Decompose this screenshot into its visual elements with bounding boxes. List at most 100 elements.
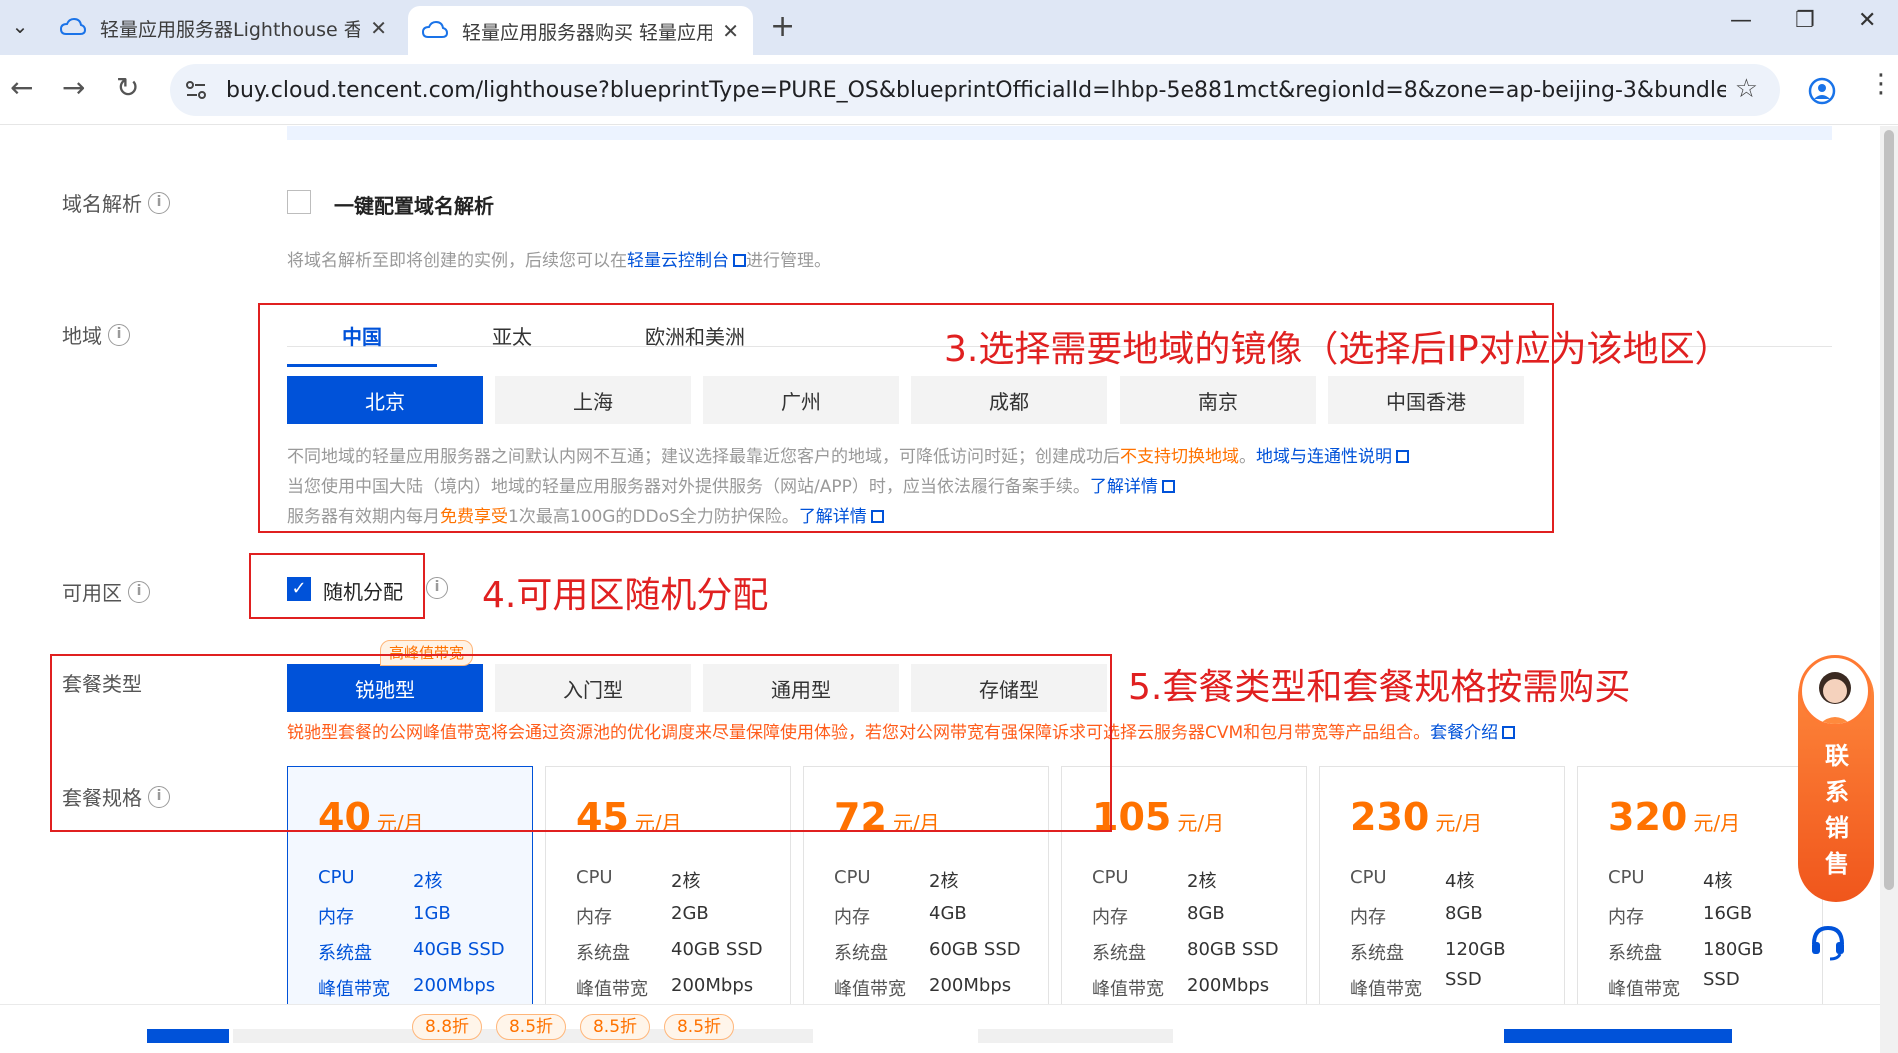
- tab-title: 轻量应用服务器购买 轻量应用服: [462, 21, 713, 44]
- reload-icon[interactable]: ↻: [116, 71, 139, 104]
- plan-spec-value-cpu: 4核: [1703, 871, 1733, 892]
- plan-spec-label-bw: 峰值带宽: [1092, 979, 1164, 1000]
- profile-avatar-icon[interactable]: [1808, 77, 1836, 105]
- external-link-icon: [733, 254, 746, 267]
- external-link-icon: [1502, 726, 1516, 739]
- domain-resolution-checkbox-label[interactable]: 一键配置域名解析: [334, 190, 494, 219]
- plan-price: 320 元/月: [1608, 795, 1740, 839]
- domain-resolution-checkbox[interactable]: [287, 190, 311, 214]
- annotation-step5: 5.套餐类型和套餐规格按需购买: [1128, 667, 1631, 708]
- plan-spec-label-disk: 系统盘: [318, 943, 372, 964]
- plan-spec-value-bw: 200Mbps: [1187, 975, 1270, 996]
- close-window-icon[interactable]: ✕: [1858, 8, 1876, 33]
- purchase-page: 域名解析 i 一键配置域名解析 将域名解析至即将创建的实例，后续您可以在轻量云控制…: [0, 126, 1880, 1053]
- tab-close-icon[interactable]: ✕: [722, 19, 739, 43]
- plan-spec-label-bw: 峰值带宽: [318, 979, 390, 1000]
- plan-spec-value-cpu: 4核: [1445, 871, 1475, 892]
- plan-spec-label-mem: 内存: [1092, 907, 1128, 928]
- plan-spec-value-mem: 16GB: [1703, 903, 1753, 924]
- info-icon[interactable]: i: [148, 191, 170, 214]
- plan-spec-label-mem: 内存: [576, 907, 612, 928]
- label-text: 域名解析: [62, 192, 142, 216]
- annotation-box-zone: [249, 553, 425, 619]
- discount-badge: 8.8折: [412, 1014, 482, 1040]
- forward-arrow-icon[interactable]: →: [62, 71, 85, 104]
- plan-spec-value-disk: 120GB: [1445, 939, 1506, 960]
- plan-spec-label-bw: 峰值带宽: [576, 979, 648, 1000]
- plan-spec-label-cpu: CPU: [1608, 867, 1645, 888]
- zone-label: 可用区 i: [62, 577, 150, 606]
- plan-spec-value-cpu: 2核: [1187, 871, 1217, 892]
- bookmark-star-icon[interactable]: ☆: [1735, 74, 1758, 104]
- plan-price: 230 元/月: [1350, 795, 1482, 839]
- discount-badge: 8.5折: [580, 1014, 650, 1040]
- plan-price-value: 230: [1350, 795, 1430, 839]
- restore-window-icon[interactable]: ❐: [1795, 8, 1815, 33]
- plan-spec-label-cpu: CPU: [1350, 867, 1387, 888]
- plan-spec-value-disk-type: SSD: [1445, 969, 1482, 990]
- minimize-icon[interactable]: —: [1730, 8, 1752, 33]
- label-text: 可用区: [62, 581, 122, 605]
- plan-spec-value-mem: 8GB: [1187, 903, 1225, 924]
- region-label: 地域 i: [62, 320, 130, 349]
- plan-spec-value-mem: 8GB: [1445, 903, 1483, 924]
- plan-spec-label-disk: 系统盘: [1350, 943, 1404, 964]
- plan-spec-label-disk: 系统盘: [834, 943, 888, 964]
- plan-spec-value-bw: 200Mbps: [929, 975, 1012, 996]
- back-arrow-icon[interactable]: ←: [10, 71, 33, 104]
- address-bar[interactable]: buy.cloud.tencent.com/lighthouse?bluepri…: [170, 64, 1780, 116]
- plan-spec-value-mem: 4GB: [929, 903, 967, 924]
- plan-price-unit: 元/月: [1177, 811, 1225, 835]
- label-text: 地域: [62, 324, 102, 348]
- buy-now-button[interactable]: [1504, 1029, 1732, 1043]
- plan-spec-value-disk: 80GB SSD: [1187, 939, 1279, 960]
- plan-spec-label-cpu: CPU: [318, 867, 355, 888]
- plan-spec-value-bw: 200Mbps: [671, 975, 754, 996]
- plan-spec-value-cpu: 2核: [929, 871, 959, 892]
- plan-price-unit: 元/月: [1693, 811, 1741, 835]
- tab-close-icon[interactable]: ✕: [370, 16, 387, 40]
- plan-spec-label-disk: 系统盘: [1608, 943, 1662, 964]
- package-intro-link[interactable]: 套餐介绍: [1430, 723, 1498, 743]
- plan-spec-value-bw: 200Mbps: [413, 975, 496, 996]
- plan-spec-label-cpu: CPU: [1092, 867, 1129, 888]
- customer-support-headset-icon[interactable]: [1808, 922, 1848, 962]
- browser-tab-bar: ⌄ 轻量应用服务器Lighthouse 香 ✕ 轻量应用服务器购买 轻量应用服 …: [0, 0, 1898, 56]
- annotation-step4: 4.可用区随机分配: [482, 575, 769, 616]
- step-progress-active: [147, 1029, 229, 1043]
- domain-resolution-hint: 将域名解析至即将创建的实例，后续您可以在轻量云控制台 进行管理。: [287, 246, 831, 271]
- browser-tab-purchase[interactable]: 轻量应用服务器购买 轻量应用服 ✕: [408, 6, 753, 56]
- plan-spec-label-bw: 峰值带宽: [1608, 979, 1680, 1000]
- plan-spec-value-disk: 40GB SSD: [671, 939, 763, 960]
- plan-spec-label-bw: 峰值带宽: [1350, 979, 1422, 1000]
- tab-search-chevron-icon[interactable]: ⌄: [0, 0, 40, 52]
- info-icon[interactable]: i: [128, 580, 150, 603]
- hint-text: 进行管理。: [746, 251, 831, 271]
- annotation-box-package: [50, 654, 1112, 832]
- tencent-cloud-icon: [60, 18, 86, 35]
- plan-spec-value-mem: 1GB: [413, 903, 451, 924]
- contact-sales-label[interactable]: 联系销售: [1820, 738, 1854, 882]
- plan-spec-value-disk: 180GB: [1703, 939, 1764, 960]
- plan-spec-value-cpu: 2核: [671, 871, 701, 892]
- plan-spec-label-mem: 内存: [1350, 907, 1386, 928]
- plan-spec-label-bw: 峰值带宽: [834, 979, 906, 1000]
- plan-spec-value-mem: 2GB: [671, 903, 709, 924]
- tab-title: 轻量应用服务器Lighthouse 香: [100, 18, 361, 41]
- new-tab-plus-icon[interactable]: +: [770, 9, 795, 44]
- browser-menu-icon[interactable]: ⋮: [1868, 69, 1894, 99]
- site-settings-icon[interactable]: [182, 76, 210, 104]
- lighthouse-console-link[interactable]: 轻量云控制台: [627, 251, 729, 271]
- discount-badge: 8.5折: [664, 1014, 734, 1040]
- info-icon[interactable]: i: [108, 323, 130, 346]
- bottom-order-bar: [0, 1004, 1880, 1053]
- browser-tab-lighthouse[interactable]: 轻量应用服务器Lighthouse 香 ✕: [46, 4, 401, 52]
- url-text[interactable]: buy.cloud.tencent.com/lighthouse?bluepri…: [226, 78, 1726, 103]
- page-scrollbar-thumb[interactable]: [1884, 130, 1894, 890]
- plan-spec-label-mem: 内存: [1608, 907, 1644, 928]
- quantity-control[interactable]: [978, 1029, 1173, 1043]
- hint-text: 将域名解析至即将创建的实例，后续您可以在: [287, 251, 627, 271]
- info-icon[interactable]: i: [426, 577, 448, 599]
- previous-section-bottom: [287, 126, 1832, 140]
- domain-resolution-label: 域名解析 i: [62, 188, 170, 217]
